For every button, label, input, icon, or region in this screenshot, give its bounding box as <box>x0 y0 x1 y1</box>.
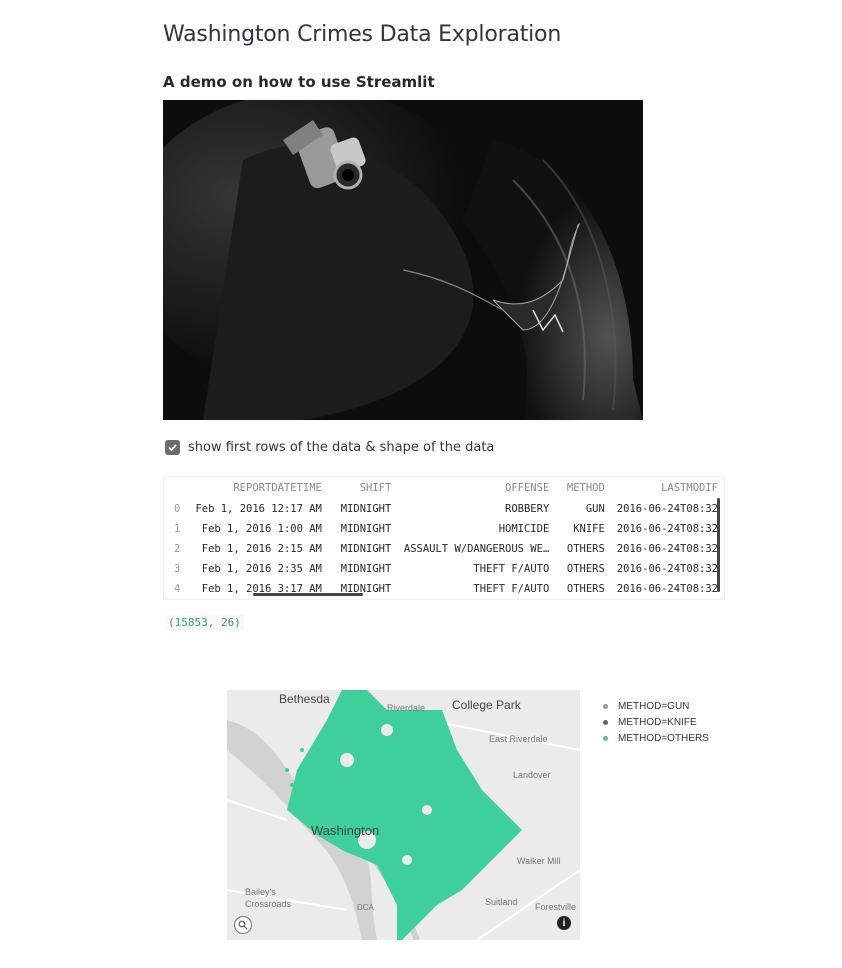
legend-item-gun[interactable]: METHOD=GUN <box>603 698 709 714</box>
cell-lastmodif: 2016-06-24T08:32 <box>616 543 718 555</box>
show-data-checkbox-row[interactable]: show first rows of the data & shape of t… <box>165 440 494 455</box>
map-label-suitland: Suitland <box>485 897 518 907</box>
map-legend: METHOD=GUN METHOD=KNIFE METHOD=OTHERS <box>603 698 709 746</box>
legend-item-others[interactable]: METHOD=OTHERS <box>603 730 709 746</box>
cell-reportdatetime: Feb 1, 2016 3:17 AM <box>201 583 322 595</box>
table-row: 4 Feb 1, 2016 3:17 AM MIDNIGHT THEFT F/A… <box>164 579 724 599</box>
legend-label-knife: METHOD=KNIFE <box>618 716 697 728</box>
cell-method: OTHERS <box>566 563 605 575</box>
map-label-dca: DCA <box>357 903 374 912</box>
cell-offense: THEFT F/AUTO <box>473 563 550 575</box>
cell-method: KNIFE <box>573 523 605 535</box>
map-label-landover: Landover <box>513 770 551 780</box>
legend-dot-others <box>603 735 608 741</box>
legend-label-others: METHOD=OTHERS <box>618 732 709 744</box>
cell-offense: HOMICIDE <box>498 523 550 535</box>
table-vertical-scrollbar[interactable] <box>717 498 720 592</box>
row-index: 0 <box>174 503 181 515</box>
row-index: 3 <box>174 563 181 575</box>
column-header-shift[interactable]: SHIFT <box>328 477 397 499</box>
cell-reportdatetime: Feb 1, 2016 12:17 AM <box>195 503 322 515</box>
cell-offense: THEFT F/AUTO <box>473 583 550 595</box>
page-title: Washington Crimes Data Exploration <box>163 22 562 47</box>
map-label-washington: Washington <box>311 823 380 838</box>
search-icon[interactable] <box>234 916 252 934</box>
table-row: 1 Feb 1, 2016 1:00 AM MIDNIGHT HOMICIDE … <box>164 519 724 539</box>
cell-method: GUN <box>585 503 605 515</box>
show-data-checkbox[interactable] <box>165 440 180 455</box>
cell-shift: MIDNIGHT <box>340 583 392 595</box>
map-label-forestville: Forestville <box>535 902 577 912</box>
checkmark-icon <box>168 444 177 452</box>
map-label-walker-mill: Walker Mill <box>517 856 561 866</box>
cell-lastmodif: 2016-06-24T08:32 <box>616 583 718 595</box>
column-header-index[interactable] <box>164 477 189 499</box>
info-icon[interactable]: i <box>557 916 571 930</box>
row-index: 2 <box>174 543 181 555</box>
cell-shift: MIDNIGHT <box>340 543 392 555</box>
column-header-offense[interactable]: OFFENSE <box>397 477 555 499</box>
header-image <box>163 100 643 420</box>
column-header-lastmodif[interactable]: LASTMODIF <box>611 477 724 499</box>
table-horizontal-scrollbar[interactable] <box>253 593 363 596</box>
show-data-checkbox-label: show first rows of the data & shape of t… <box>188 440 495 455</box>
legend-item-knife[interactable]: METHOD=KNIFE <box>603 714 709 730</box>
map-label-bethesda: Bethesda <box>279 692 330 706</box>
map-label-baileys-crossroads: Bailey's Crossroads <box>245 887 292 909</box>
table-header-row: REPORTDATETIME SHIFT OFFENSE METHOD LAST… <box>164 477 724 499</box>
legend-dot-gun <box>603 703 608 709</box>
table-row: 0 Feb 1, 2016 12:17 AM MIDNIGHT ROBBERY … <box>164 499 724 519</box>
row-index: 1 <box>174 523 181 535</box>
cell-shift: MIDNIGHT <box>340 523 392 535</box>
cell-reportdatetime: Feb 1, 2016 2:35 AM <box>201 563 322 575</box>
cell-offense: ASSAULT W/DANGEROUS WE… <box>403 543 550 555</box>
table-row: 3 Feb 1, 2016 2:35 AM MIDNIGHT THEFT F/A… <box>164 559 724 579</box>
column-header-reportdatetime[interactable]: REPORTDATETIME <box>189 477 327 499</box>
map-label-college-park: College Park <box>452 698 521 712</box>
map-label-east-riverdale: East Riverdale <box>489 734 548 744</box>
row-index: 4 <box>174 583 181 595</box>
cell-method: OTHERS <box>566 543 605 555</box>
crime-map[interactable]: Bethesda College Park Riverdale East Riv… <box>227 690 580 940</box>
cell-reportdatetime: Feb 1, 2016 1:00 AM <box>201 523 322 535</box>
table-row: 2 Feb 1, 2016 2:15 AM MIDNIGHT ASSAULT W… <box>164 539 724 559</box>
data-shape-text: (15853, 26) <box>165 615 244 630</box>
data-table[interactable]: REPORTDATETIME SHIFT OFFENSE METHOD LAST… <box>163 476 725 600</box>
cell-lastmodif: 2016-06-24T08:32 <box>616 563 718 575</box>
map-label-riverdale: Riverdale <box>387 703 426 713</box>
page-subtitle: A demo on how to use Streamlit <box>163 73 435 91</box>
legend-label-gun: METHOD=GUN <box>618 700 690 712</box>
cell-offense: ROBBERY <box>505 503 550 515</box>
cell-shift: MIDNIGHT <box>340 563 392 575</box>
legend-dot-knife <box>603 719 608 725</box>
cell-reportdatetime: Feb 1, 2016 2:15 AM <box>201 543 322 555</box>
cell-lastmodif: 2016-06-24T08:32 <box>616 503 718 515</box>
cell-shift: MIDNIGHT <box>340 503 392 515</box>
cell-lastmodif: 2016-06-24T08:32 <box>616 523 718 535</box>
cell-method: OTHERS <box>566 583 605 595</box>
column-header-method[interactable]: METHOD <box>555 477 611 499</box>
